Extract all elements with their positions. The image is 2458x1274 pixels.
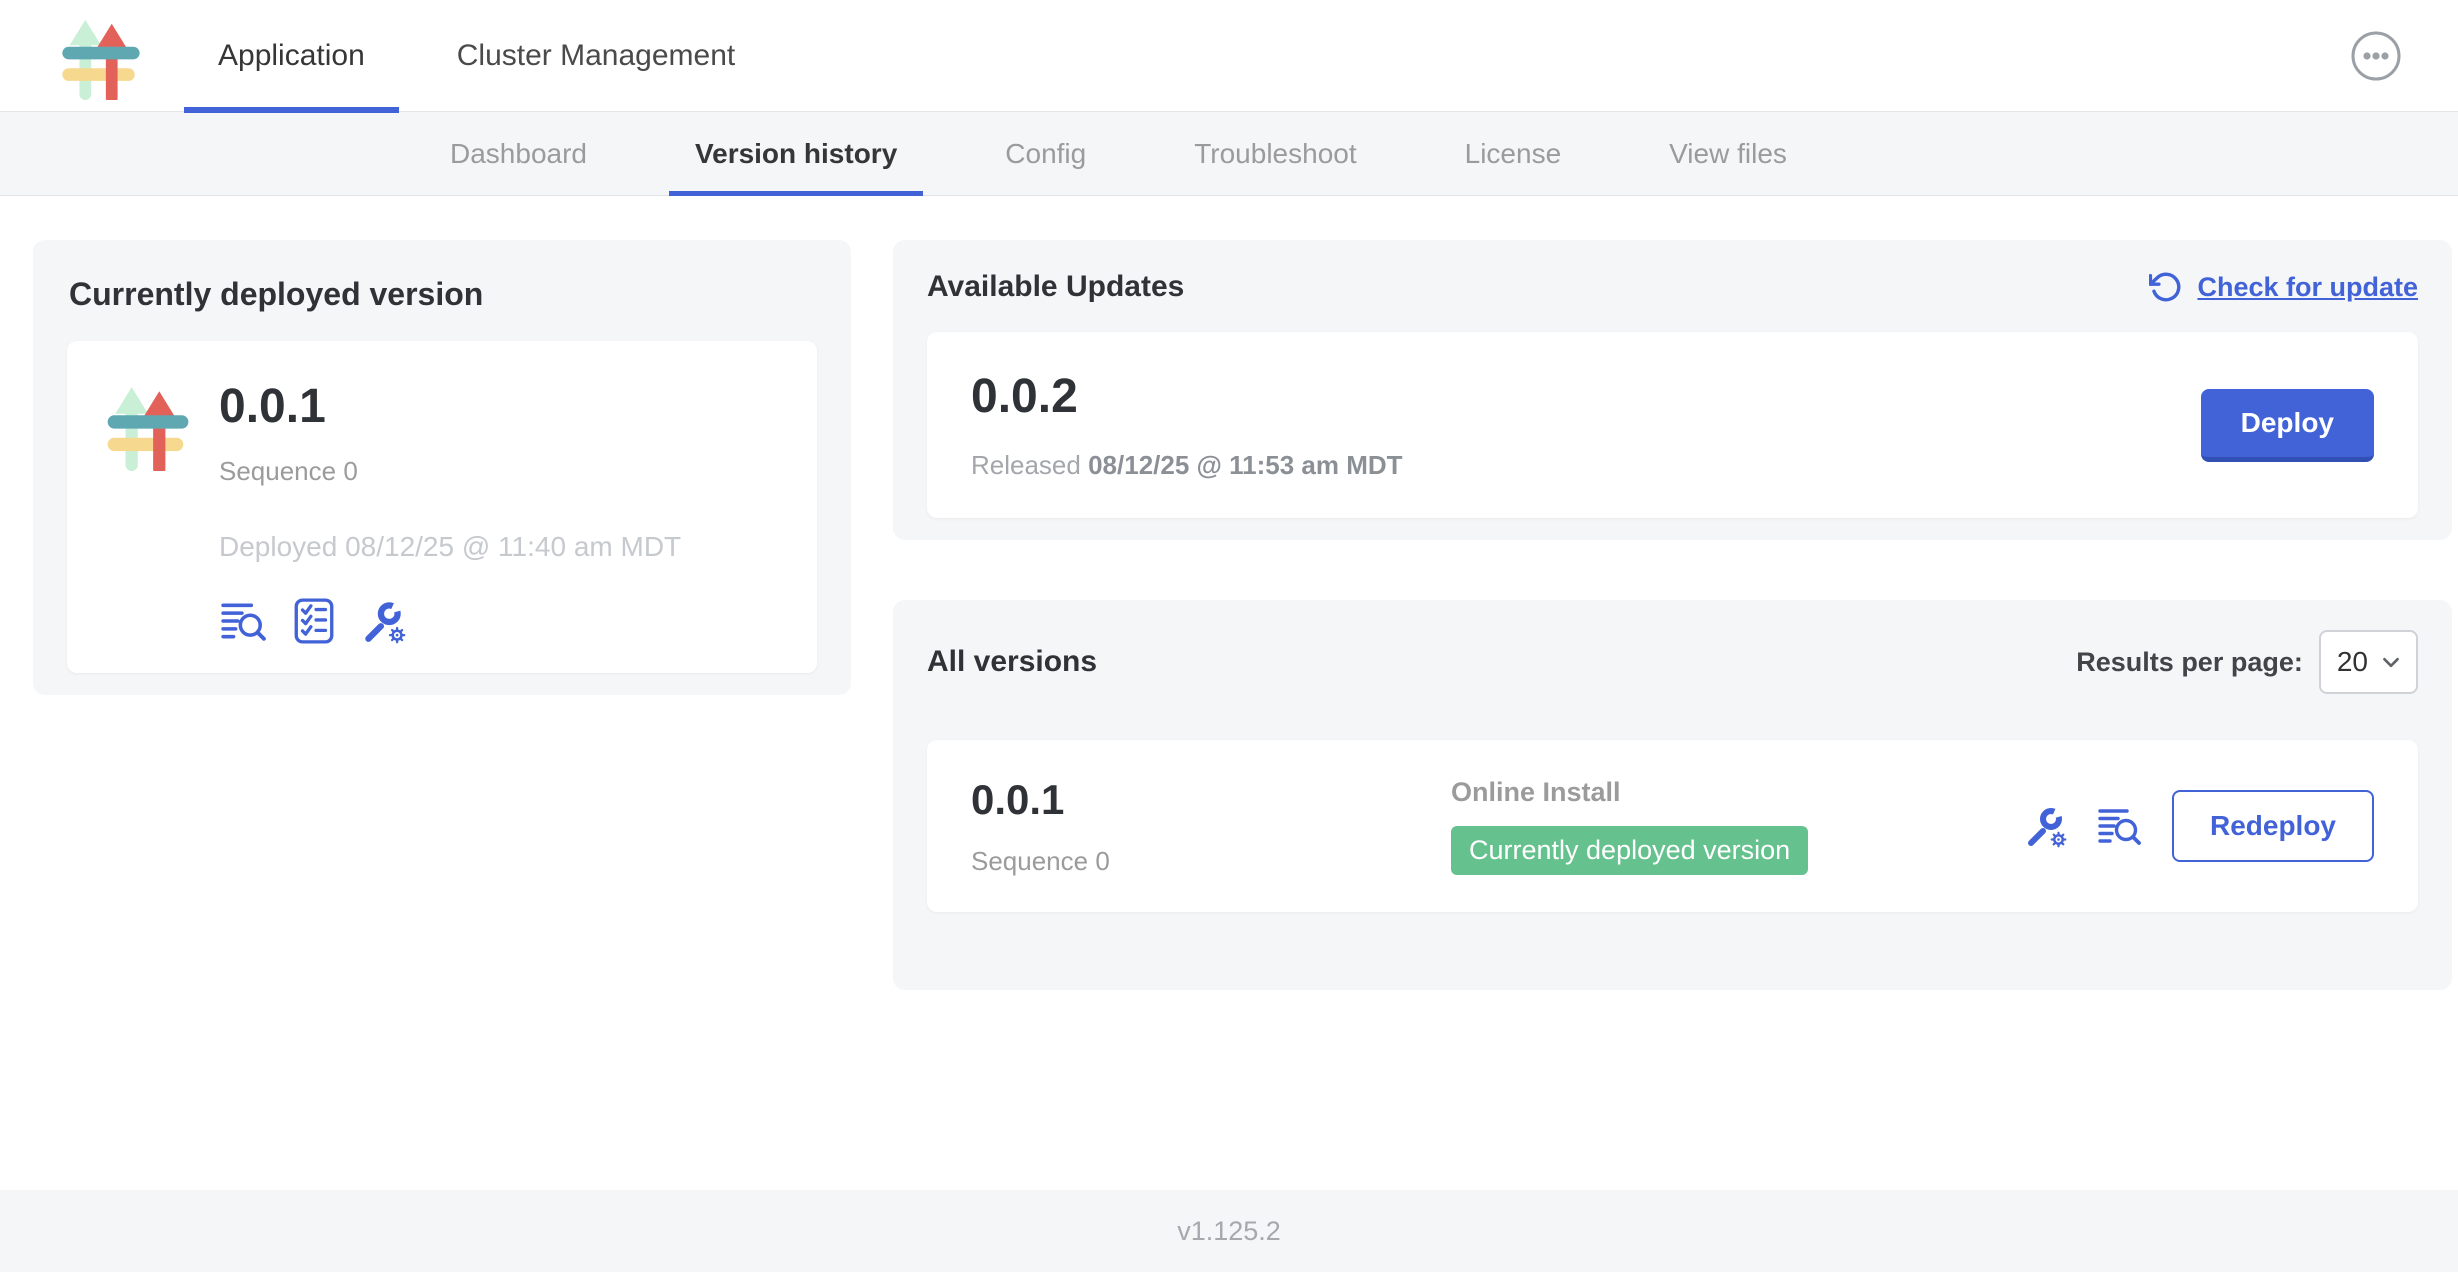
deployed-card-title: Currently deployed version bbox=[69, 276, 817, 313]
deployed-version-panel: 0.0.1 Sequence 0 Deployed 08/12/25 @ 11:… bbox=[67, 341, 817, 673]
currently-deployed-badge: Currently deployed version bbox=[1451, 826, 1808, 875]
edit-config-icon bbox=[359, 597, 407, 645]
row-edit-config-button[interactable] bbox=[2022, 803, 2068, 849]
tab-view-files-label: View files bbox=[1669, 138, 1787, 170]
overflow-menu-button[interactable] bbox=[2350, 30, 2402, 82]
install-type-label: Online Install bbox=[1451, 777, 2022, 808]
tab-config[interactable]: Config bbox=[951, 112, 1140, 196]
version-row: 0.0.1 Sequence 0 Online Install Currentl… bbox=[927, 740, 2418, 912]
deployed-actions bbox=[219, 597, 681, 645]
chevron-down-icon bbox=[2382, 657, 2400, 668]
tab-config-label: Config bbox=[1005, 138, 1086, 170]
results-per-page-label: Results per page: bbox=[2076, 647, 2303, 678]
tab-view-files[interactable]: View files bbox=[1615, 112, 1841, 196]
deployed-sequence: Sequence 0 bbox=[219, 456, 681, 487]
row-sequence: Sequence 0 bbox=[971, 846, 1451, 877]
available-updates-card: Available Updates Check for update 0.0.2… bbox=[893, 240, 2452, 540]
app-logo-icon bbox=[101, 379, 193, 471]
tab-troubleshoot[interactable]: Troubleshoot bbox=[1140, 112, 1410, 196]
view-diff-icon bbox=[2096, 804, 2144, 848]
tab-version-history[interactable]: Version history bbox=[641, 112, 951, 196]
released-label: Released bbox=[971, 450, 1081, 480]
tab-dashboard[interactable]: Dashboard bbox=[396, 112, 641, 196]
update-released-timestamp: Released 08/12/25 @ 11:53 am MDT bbox=[971, 450, 1403, 481]
tab-license-label: License bbox=[1465, 138, 1562, 170]
row-view-diff-button[interactable] bbox=[2096, 804, 2144, 848]
all-versions-title: All versions bbox=[927, 645, 1097, 679]
deployed-timestamp: Deployed 08/12/25 @ 11:40 am MDT bbox=[219, 531, 681, 563]
console-version: v1.125.2 bbox=[1177, 1216, 1281, 1247]
deploy-button[interactable]: Deploy bbox=[2201, 389, 2374, 462]
tab-dashboard-label: Dashboard bbox=[450, 138, 587, 170]
check-for-update-label: Check for update bbox=[2197, 272, 2418, 303]
preflight-checks-button[interactable] bbox=[291, 597, 337, 645]
tab-application-label: Application bbox=[218, 39, 365, 73]
refresh-icon bbox=[2149, 270, 2183, 304]
released-date: 08/12/25 @ 11:53 am MDT bbox=[1088, 450, 1402, 480]
available-updates-title: Available Updates bbox=[927, 270, 1184, 304]
all-versions-card: All versions Results per page: 20 0.0.1 … bbox=[893, 600, 2452, 990]
ellipsis-menu-icon bbox=[2350, 30, 2402, 82]
footer: v1.125.2 bbox=[0, 1190, 2458, 1272]
results-per-page: Results per page: 20 bbox=[2076, 630, 2418, 694]
preflight-checklist-icon bbox=[291, 597, 337, 645]
results-per-page-value: 20 bbox=[2337, 646, 2368, 678]
top-navbar: Application Cluster Management bbox=[0, 0, 2458, 112]
deployed-version-number: 0.0.1 bbox=[219, 379, 681, 434]
check-for-update-link[interactable]: Check for update bbox=[2149, 270, 2418, 304]
tab-version-history-label: Version history bbox=[695, 138, 897, 170]
edit-config-icon bbox=[2022, 803, 2068, 849]
tab-cluster-management-label: Cluster Management bbox=[457, 39, 735, 73]
row-version-number: 0.0.1 bbox=[971, 776, 1451, 824]
tab-license[interactable]: License bbox=[1411, 112, 1616, 196]
redeploy-button[interactable]: Redeploy bbox=[2172, 790, 2374, 862]
tab-application[interactable]: Application bbox=[172, 0, 411, 112]
app-logo bbox=[56, 12, 144, 100]
update-version-number: 0.0.2 bbox=[971, 369, 1403, 424]
results-per-page-select[interactable]: 20 bbox=[2319, 630, 2418, 694]
update-row: 0.0.2 Released 08/12/25 @ 11:53 am MDT D… bbox=[927, 332, 2418, 518]
view-diff-icon bbox=[219, 598, 269, 644]
edit-config-button[interactable] bbox=[359, 597, 407, 645]
main-content: Currently deployed version 0.0.1 Sequenc… bbox=[0, 196, 2458, 1190]
tab-troubleshoot-label: Troubleshoot bbox=[1194, 138, 1356, 170]
currently-deployed-card: Currently deployed version 0.0.1 Sequenc… bbox=[33, 240, 851, 695]
app-subnav: Dashboard Version history Config Trouble… bbox=[0, 112, 2458, 196]
app-logo-icon bbox=[56, 12, 144, 100]
tab-cluster-management[interactable]: Cluster Management bbox=[411, 0, 781, 112]
view-diff-button[interactable] bbox=[219, 598, 269, 644]
